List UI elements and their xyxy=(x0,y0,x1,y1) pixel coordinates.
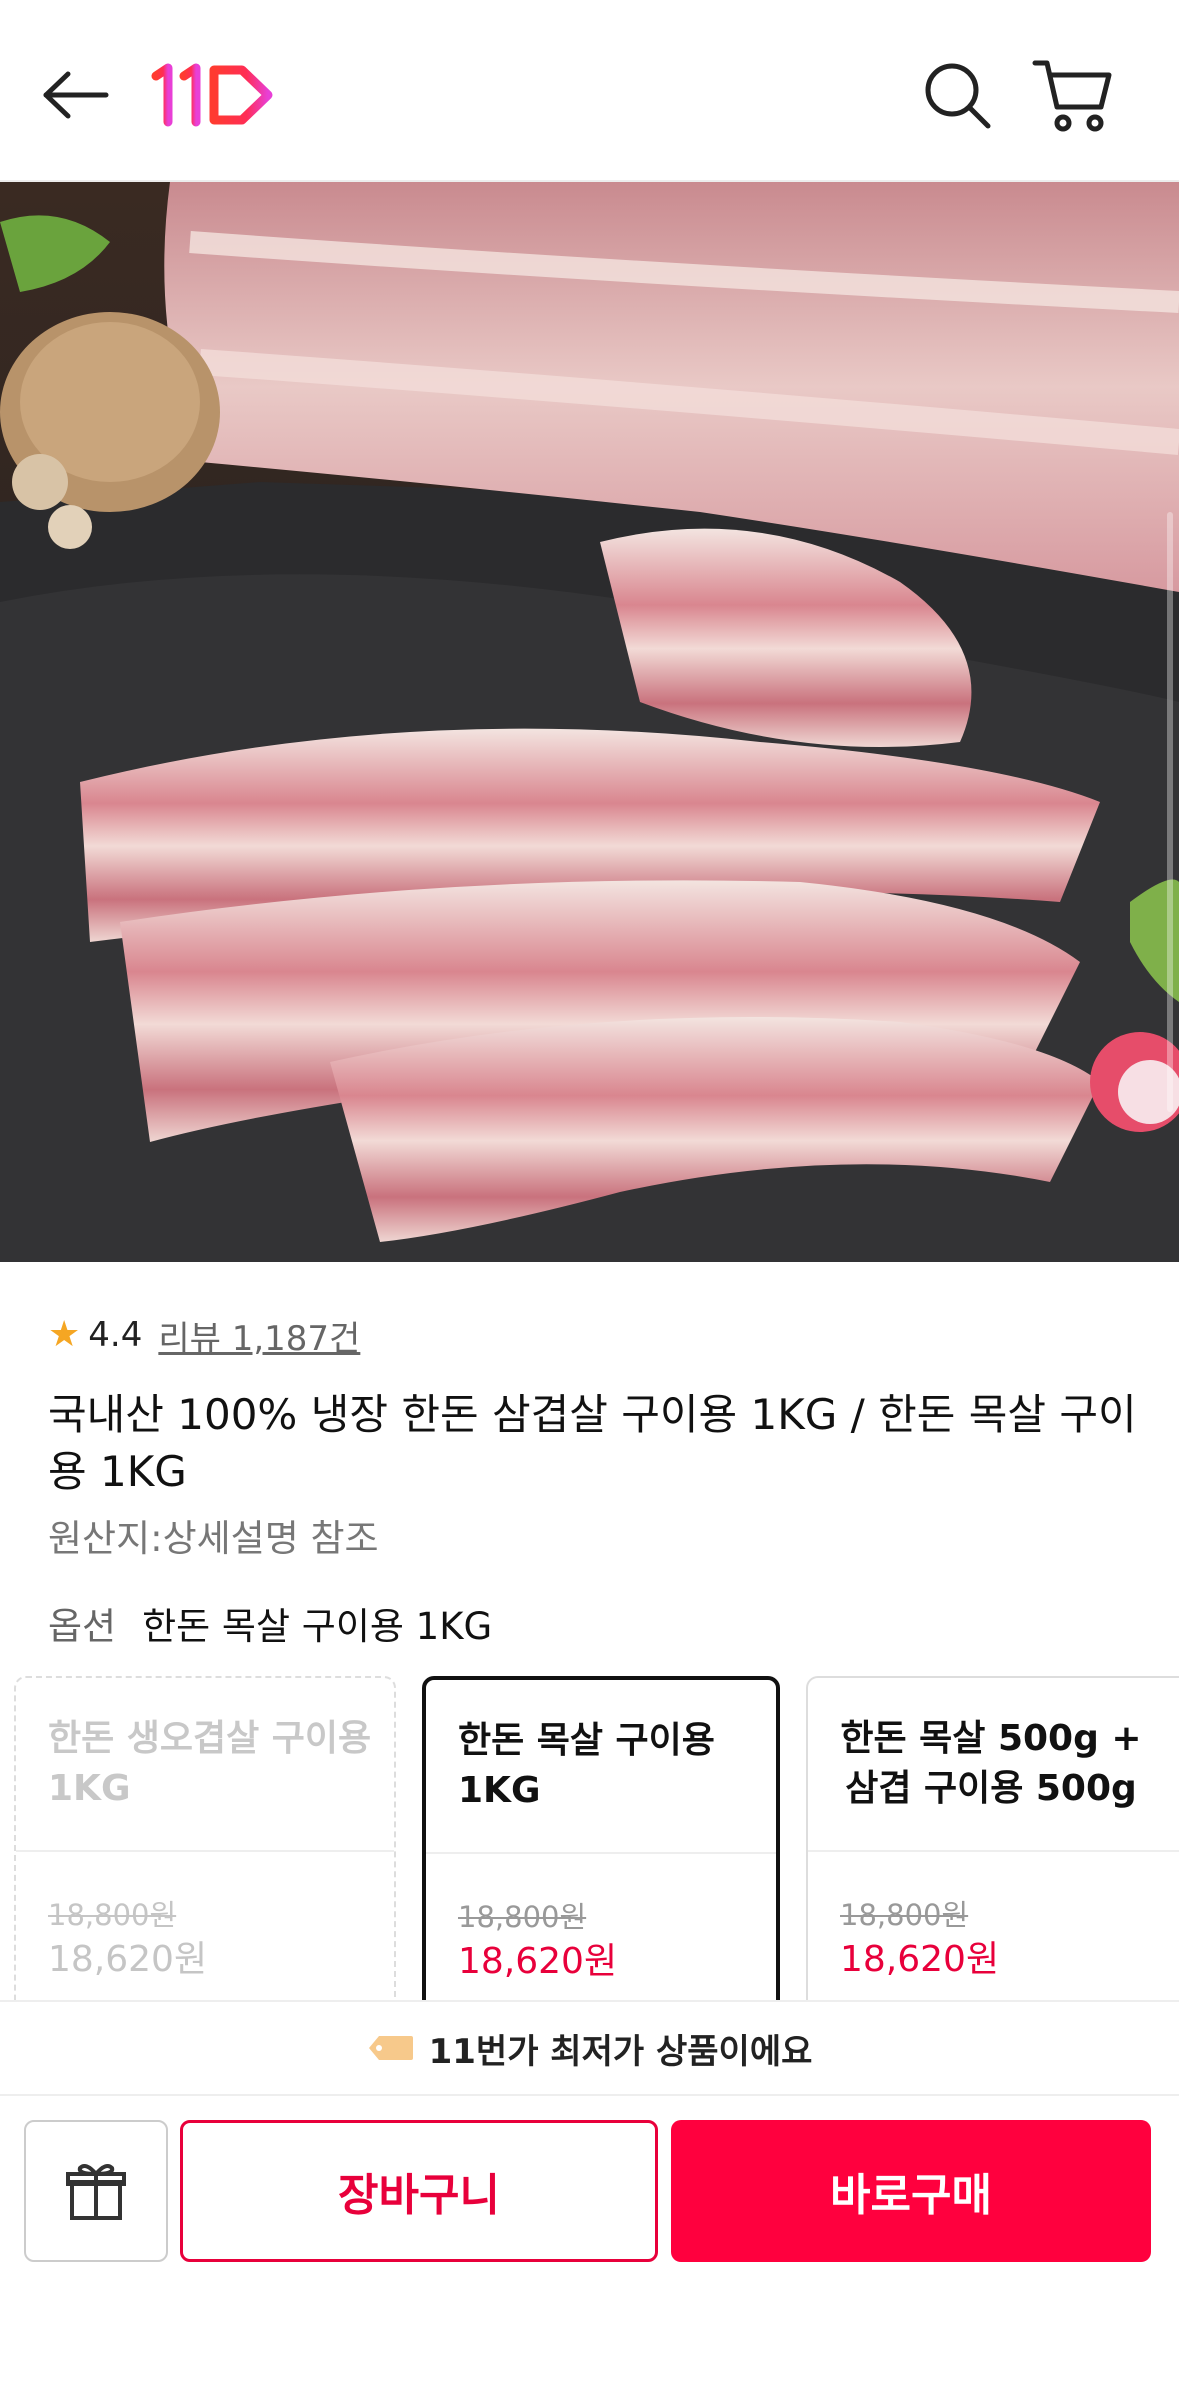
original-price: 18,800원 xyxy=(840,1898,969,1932)
option-card[interactable]: 한돈 목살 500g + 삼겹 구이용 500g 18,800원 18,620원 xyxy=(806,1676,1179,2002)
original-price: 18,800원 xyxy=(458,1900,587,1934)
product-origin: 원산지:상세설명 참조 xyxy=(48,1517,379,1560)
price-tag-icon xyxy=(368,2036,413,2060)
divider xyxy=(16,1850,394,1852)
sale-price: 18,620원 xyxy=(458,1941,618,1982)
gift-icon xyxy=(66,2164,126,2220)
divider xyxy=(426,1852,776,1854)
star-icon: ★ xyxy=(48,1314,81,1355)
option-label: 옵션 xyxy=(48,1605,117,1648)
add-to-cart-button[interactable]: 장바구니 xyxy=(180,2120,658,2262)
bottom-action-bar: 장바구니 바로구매 xyxy=(0,2096,1179,2390)
rating-value: 4.4 xyxy=(88,1315,143,1355)
option-value: 한돈 목살 구이용 1KG xyxy=(142,1605,493,1648)
11st-logo-mark xyxy=(151,63,273,127)
lowest-price-text: 11번가 최저가 상품이에요 xyxy=(428,2031,813,2072)
11st-logo[interactable] xyxy=(150,62,275,128)
rating-row: ★ 4.4 리뷰 1,187건 xyxy=(48,1310,360,1360)
option-card-disabled[interactable]: 한돈 생오겹살 구이용 1KG 18,800원 18,620원 일시품절 xyxy=(14,1676,396,2002)
arrow-left-icon xyxy=(43,71,109,119)
search-icon xyxy=(925,63,991,129)
option-card-selected[interactable]: 한돈 목살 구이용 1KG 18,800원 18,620원 xyxy=(422,1676,780,2002)
product-photo xyxy=(0,182,1179,1262)
selected-option-row: 옵션 한돈 목살 구이용 1KG xyxy=(48,1596,492,1650)
cart-button[interactable] xyxy=(1022,48,1122,142)
original-price: 18,800원 xyxy=(48,1898,177,1932)
divider xyxy=(808,1850,1179,1852)
option-card-list[interactable]: 한돈 생오겹살 구이용 1KG 18,800원 18,620원 일시품절 한돈 … xyxy=(0,1672,1179,2002)
product-title: 국내산 100% 냉장 한돈 삼겹살 구이용 1KG / 한돈 목살 구이용 1… xyxy=(48,1390,1137,1496)
review-count-link[interactable]: 리뷰 1,187건 xyxy=(158,1311,360,1360)
cart-icon xyxy=(1032,60,1112,132)
top-navigation-bar xyxy=(0,0,1179,182)
option-name: 한돈 목살 500g + 삼겹 구이용 500g xyxy=(840,1718,1142,1809)
sale-price: 18,620원 xyxy=(48,1939,208,1980)
scroll-indicator xyxy=(1167,512,1173,1112)
sale-price: 18,620원 xyxy=(840,1939,1000,1980)
gift-button[interactable] xyxy=(24,2120,168,2262)
buy-now-button[interactable]: 바로구매 xyxy=(671,2120,1151,2262)
option-name: 한돈 생오겹살 구이용 1KG xyxy=(48,1718,372,1809)
back-button[interactable] xyxy=(30,50,120,140)
lowest-price-banner: 11번가 최저가 상품이에요 xyxy=(0,2000,1179,2096)
product-image-carousel[interactable] xyxy=(0,182,1179,1262)
option-name: 한돈 목살 구이용 1KG xyxy=(458,1720,715,1811)
search-button[interactable] xyxy=(910,48,1004,142)
